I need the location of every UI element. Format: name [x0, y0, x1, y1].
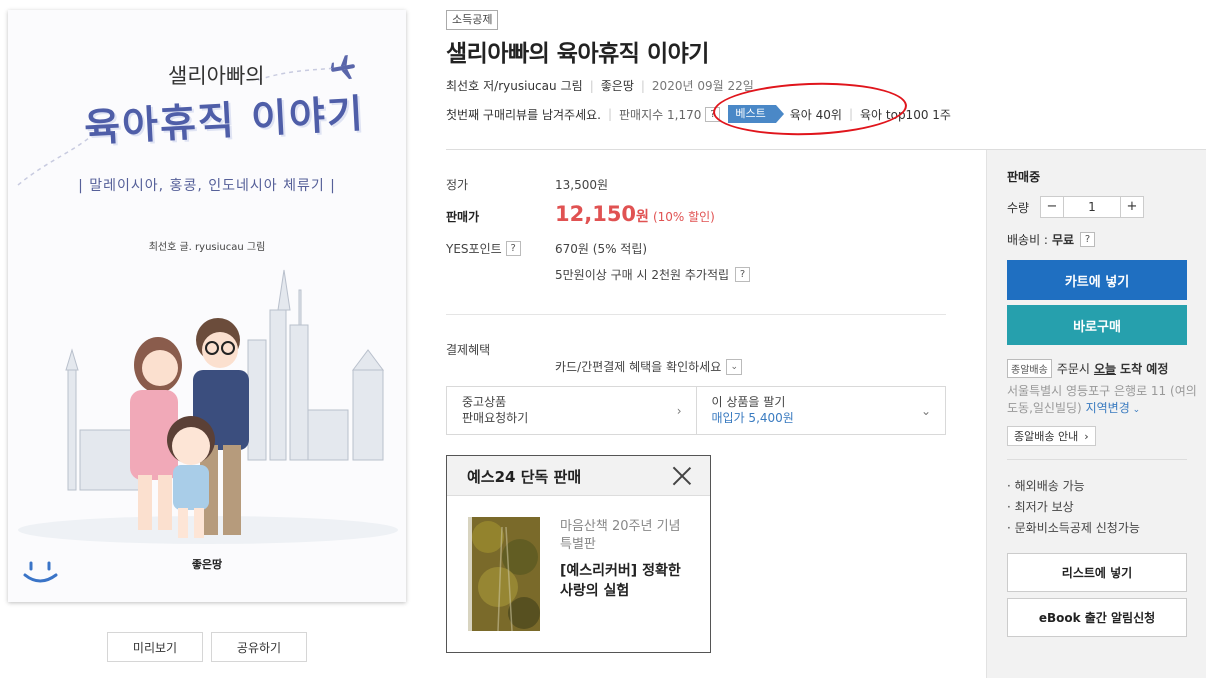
feature-text: 해외배송 가능 — [1014, 479, 1085, 493]
shipping-value: 무료 — [1051, 233, 1075, 247]
points-value: 670원 (5% 적립) — [555, 242, 648, 256]
recover-book-image[interactable] — [468, 517, 540, 631]
ebook-alert-button[interactable]: eBook 출간 알림신청 — [1007, 598, 1187, 637]
feature-text: 최저가 보상 — [1014, 500, 1074, 514]
add-to-cart-button[interactable]: 카트에 넣기 — [1007, 260, 1187, 300]
author-link[interactable]: 최선호 — [446, 77, 479, 94]
plus-icon[interactable]: + — [1121, 197, 1143, 217]
buy-now-button[interactable]: 바로구매 — [1007, 305, 1187, 345]
chevron-down-icon: ⌄ — [920, 404, 931, 418]
chevron-right-icon: › — [1084, 429, 1089, 443]
popup-subtitle: 마음산책 20주년 기념 특별판 — [560, 519, 681, 552]
sale-price-unit: 원 — [636, 209, 649, 225]
bonus-points: 5만원이상 구매 시 2천원 추가적립 — [555, 268, 730, 282]
sale-price-row: 판매가 12,150원 (10% 할인) — [446, 202, 846, 230]
delivery-tag: 종알배송 — [1007, 359, 1052, 378]
used-request-label: 판매요청하기 — [462, 411, 529, 425]
cover-actions: 미리보기 공유하기 — [107, 632, 307, 662]
close-icon[interactable] — [672, 466, 692, 486]
divider — [1007, 459, 1187, 460]
popup-title: 예스24 단독 판매 — [467, 468, 582, 486]
list-price-value: 13,500원 — [555, 178, 609, 192]
publisher-logo: 좋은땅 — [191, 558, 223, 571]
shipping-label: 배송비 : — [1007, 233, 1048, 247]
points-label-group: YES포인트 ? — [446, 240, 521, 257]
separator: | — [607, 107, 613, 121]
cover-subtitle: 샐리아빠의 — [168, 64, 265, 88]
separator: | — [589, 78, 594, 93]
review-prompt-link[interactable]: 첫번째 구매리뷰를 남겨주세요. — [446, 106, 601, 123]
payment-benefit-group: 카드/간편결제 혜택을 확인하세요 ⌄ — [555, 358, 743, 375]
chevron-right-icon: › — [676, 404, 682, 418]
change-region-link[interactable]: 지역변경 — [1086, 401, 1130, 415]
purchase-panel: 판매중 수량 − 1 + 배송비 : 무료 ? 카트에 넣기 바로구매 종알배송… — [986, 150, 1206, 678]
exclusive-popup: 예스24 단독 판매 마음산책 20주년 기념 특별판 [예스리커버] 정확한 … — [446, 455, 711, 653]
review-rank-row: 첫번째 구매리뷰를 남겨주세요. | 판매지수 1,170 ? 베스트 육아 4… — [446, 105, 951, 123]
feature-text: 문화비소득공제 신청가능 — [1014, 521, 1140, 535]
payment-benefit-row: 결제혜택 카드/간편결제 혜택을 확인하세요 ⌄ — [446, 341, 946, 375]
separator: | — [640, 78, 645, 93]
list-item: · 해외배송 가능 — [1007, 479, 1085, 493]
preview-button[interactable]: 미리보기 — [107, 632, 203, 662]
sales-index: 판매지수 1,170 — [619, 107, 702, 122]
feature-list: · 해외배송 가능 · 최저가 보상 · 문화비소득공제 신청가능 — [1007, 476, 1140, 539]
add-to-wishlist-button[interactable]: 리스트에 넣기 — [1007, 553, 1187, 592]
help-icon[interactable]: ? — [705, 106, 721, 122]
help-icon[interactable]: ? — [735, 267, 751, 282]
delivery-estimate: 종알배송 주문시 오늘 도착 예정 — [1007, 359, 1168, 378]
rank-category-link[interactable]: 육아 40위 — [790, 106, 842, 123]
used-goods-box: 중고상품 판매요청하기 › 이 상품을 팔기 매입가 5,400원 ⌄ — [446, 386, 946, 435]
book-meta: 최선호 저/ ryusiucau 그림 | 좋은땅 | 2020년 09월 22… — [446, 77, 754, 94]
divider — [446, 314, 946, 315]
tax-deduction-badge: 소득공제 — [446, 10, 499, 30]
used-label: 중고상품 — [462, 395, 507, 409]
used-sell-request[interactable]: 중고상품 판매요청하기 › — [447, 387, 696, 434]
list-item: · 문화비소득공제 신청가능 — [1007, 521, 1140, 535]
sale-price-label: 판매가 — [446, 210, 480, 224]
help-icon[interactable]: ? — [1080, 232, 1096, 247]
author-role: 저/ — [483, 79, 499, 93]
list-item: · 최저가 보상 — [1007, 500, 1074, 514]
cover-authors: 최선호 글. ryusiucau 그림 — [148, 242, 266, 253]
payment-benefit-text: 카드/간편결제 혜택을 확인하세요 — [555, 360, 722, 374]
quantity-input[interactable]: 1 — [1063, 197, 1121, 217]
quantity-label: 수량 — [1007, 201, 1030, 215]
rank-top100-link[interactable]: 육아 top100 1주 — [860, 106, 951, 123]
share-button[interactable]: 공유하기 — [211, 632, 307, 662]
cover-tagline: | 말레이시아, 홍콩, 인도네시아 체류기 | — [78, 178, 336, 194]
publish-date: 2020년 09월 22일 — [651, 79, 754, 93]
quantity-stepper: − 1 + — [1040, 196, 1144, 218]
sale-price-group: 12,150원 (10% 할인) — [555, 202, 715, 226]
minus-icon[interactable]: − — [1041, 197, 1063, 217]
sale-status: 판매중 — [1007, 170, 1041, 184]
sell-this-item[interactable]: 이 상품을 팔기 매입가 5,400원 ⌄ — [695, 387, 946, 434]
separator: | — [848, 107, 853, 121]
best-badge: 베스트 — [728, 105, 785, 123]
delivery-address: 서울특별시 영등포구 은행로 11 (여의도동,일신빌딩) 지역변경 ⌄ — [1007, 383, 1197, 419]
popup-book-title[interactable]: [예스리커버] 정확한 사랑의 실험 — [560, 561, 695, 601]
chevron-down-icon[interactable]: ⌄ — [726, 358, 743, 375]
sell-label: 이 상품을 팔기 — [711, 395, 786, 409]
delivery-guide-button[interactable]: 종알배송 안내 › — [1007, 426, 1096, 446]
delivery-today: 오늘 — [1093, 362, 1117, 376]
bonus-group: 5만원이상 구매 시 2천원 추가적립 ? — [555, 266, 751, 283]
delivery-text: 주문시 — [1056, 362, 1090, 376]
delivery-guide-label: 종알배송 안내 — [1014, 430, 1079, 443]
points-label: YES포인트 — [446, 242, 502, 256]
shipping-fee: 배송비 : 무료 ? — [1007, 231, 1096, 248]
page-title: 샐리아빠의 육아휴직 이야기 — [446, 41, 709, 67]
illustrator-link[interactable]: ryusiucau — [498, 79, 556, 93]
popup-header: 예스24 단독 판매 — [447, 456, 710, 496]
discount-rate: (10% 할인) — [652, 210, 715, 224]
book-cover[interactable]: 샐리아빠의 육아휴직 이야기 | 말레이시아, 홍콩, 인도네시아 체류기 | … — [8, 10, 406, 602]
illustrator-role: 그림 — [560, 79, 583, 93]
publisher-link[interactable]: 좋은땅 — [601, 77, 634, 94]
help-icon[interactable]: ? — [505, 241, 521, 256]
sale-price-value: 12,150 — [555, 202, 637, 226]
buyback-price: 매입가 5,400원 — [711, 411, 794, 425]
list-price-label: 정가 — [446, 178, 469, 192]
payment-benefit-label: 결제혜택 — [446, 343, 491, 357]
chevron-down-icon: ⌄ — [1129, 405, 1141, 415]
delivery-text-end: 도착 예정 — [1120, 362, 1169, 376]
